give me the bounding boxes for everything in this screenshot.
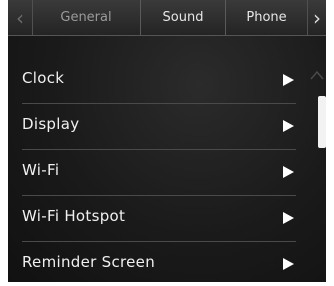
play-arrow-icon xyxy=(283,74,294,86)
list-item-label: Reminder Screen xyxy=(22,253,156,271)
play-arrow-icon xyxy=(283,166,294,178)
scrollbar-thumb[interactable] xyxy=(318,96,326,148)
play-arrow-icon xyxy=(283,212,294,224)
tab-bar: ‹ General Sound Phone › xyxy=(8,0,326,36)
settings-screen: ‹ General Sound Phone › Clock Display Wi… xyxy=(8,0,326,282)
tab-sound[interactable]: Sound xyxy=(141,0,226,35)
list-item-wifi-hotspot[interactable]: Wi-Fi Hotspot xyxy=(22,196,296,242)
chevron-right-icon: › xyxy=(313,5,321,30)
list-item-wifi[interactable]: Wi-Fi xyxy=(22,150,296,196)
tab-phone[interactable]: Phone xyxy=(226,0,307,35)
play-arrow-icon xyxy=(283,120,294,132)
list-item-label: Display xyxy=(22,115,80,133)
list-item-display[interactable]: Display xyxy=(22,104,296,150)
list-item-label: Clock xyxy=(22,69,65,87)
list-item-reminder-screen[interactable]: Reminder Screen xyxy=(22,242,296,282)
tab-sound-label: Sound xyxy=(162,10,204,25)
tab-phone-label: Phone xyxy=(246,10,287,25)
chevron-up-icon[interactable] xyxy=(310,70,324,80)
tab-prev-button[interactable]: ‹ xyxy=(8,0,33,35)
list-item-label: Wi-Fi xyxy=(22,161,60,179)
list-item-label: Wi-Fi Hotspot xyxy=(22,207,126,225)
play-arrow-icon xyxy=(283,258,294,270)
tab-next-button[interactable]: › xyxy=(307,0,326,35)
chevron-left-icon: ‹ xyxy=(16,5,24,30)
tab-general-label: General xyxy=(60,10,112,25)
list-item-clock[interactable]: Clock xyxy=(22,58,296,104)
settings-list: Clock Display Wi-Fi Wi-Fi Hotspot Remind… xyxy=(8,58,308,282)
tab-general[interactable]: General xyxy=(32,0,141,35)
